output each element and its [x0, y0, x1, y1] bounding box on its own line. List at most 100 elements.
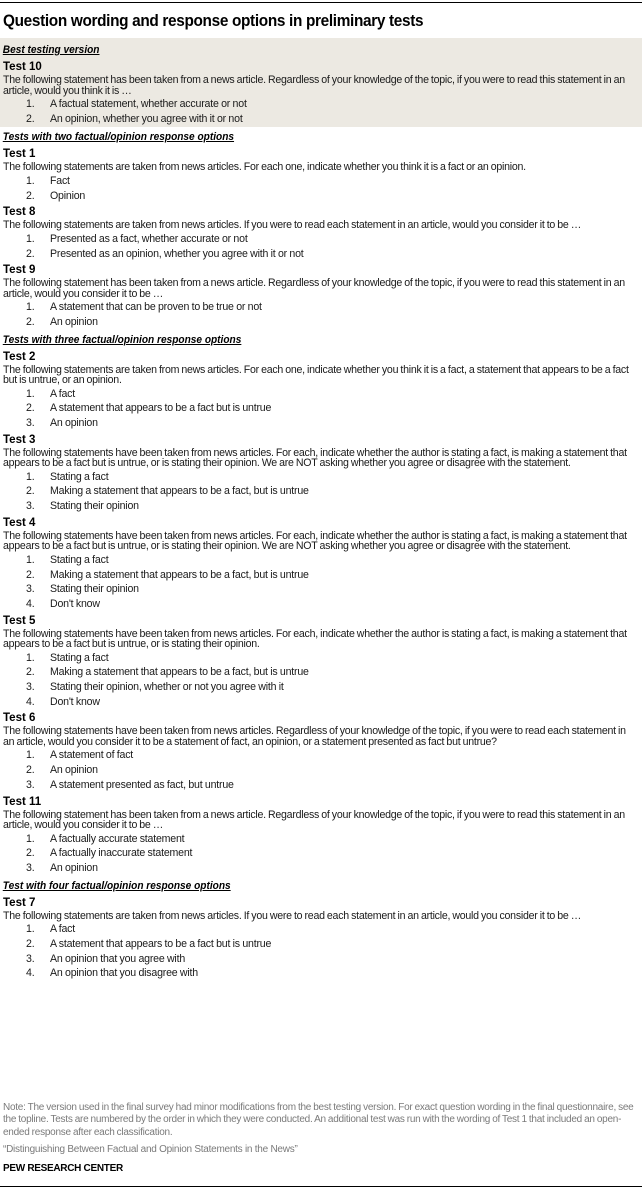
option-number: 2. — [26, 402, 35, 415]
response-option: 1. A statement of fact — [0, 748, 642, 763]
test-list: Best testing version Test 10 The following… — [0, 38, 642, 981]
credit-logo: PEW RESEARCH CENTER — [3, 1163, 123, 1174]
test-prompt: The following statements have been taken… — [3, 627, 627, 651]
section: Tests with three factual/opinion respons… — [0, 333, 642, 876]
response-option: 3. An opinion — [0, 861, 642, 876]
option-text: Stating a fact — [50, 651, 109, 664]
test-block: Test 9 The following statement has been t… — [0, 263, 642, 329]
response-option: 2. Making a statement that appears to be … — [0, 568, 642, 583]
test-label: Test 2 — [3, 350, 36, 363]
test-prompt: The following statements have been taken… — [3, 529, 627, 553]
option-text: A statement that appears to be a fact bu… — [50, 937, 272, 950]
response-option: 3. Stating their opinion, whether or not … — [0, 680, 642, 695]
option-text: An opinion — [50, 417, 98, 430]
option-text: A factually inaccurate statement — [50, 847, 193, 860]
option-text: A statement that appears to be a fact bu… — [50, 402, 272, 415]
response-options: 1. A fact 2. A statement that appears to be… — [0, 387, 642, 431]
option-text: A statement of fact — [50, 749, 134, 762]
option-text: A statement presented as fact, but untru… — [50, 778, 234, 791]
test-label: Test 9 — [3, 264, 36, 277]
option-number: 4. — [26, 597, 35, 610]
option-number: 2. — [26, 666, 35, 679]
response-option: 1. Stating a fact — [0, 651, 642, 666]
response-option: 2. A factually inaccurate statement — [0, 846, 642, 861]
section: Tests with two factual/opinion response … — [0, 130, 642, 329]
test-prompt: The following statement has been taken f… — [3, 277, 625, 300]
option-text: An opinion — [50, 764, 98, 777]
response-option: 3. An opinion — [0, 416, 642, 431]
response-option: 2. An opinion — [0, 315, 642, 330]
response-options: 1. Presented as a fact, whether accurate … — [0, 232, 642, 261]
response-option: 1. Stating a fact — [0, 470, 642, 485]
option-text: Stating their opinion — [50, 500, 139, 513]
option-text: Don't know — [50, 695, 100, 708]
option-number: 2. — [26, 937, 35, 950]
response-option: 1. A factual statement, whether accurate … — [0, 97, 642, 112]
option-number: 1. — [26, 98, 35, 110]
option-text: A factual statement, whether accurate or… — [50, 98, 247, 110]
test-label: Test 1 — [3, 148, 36, 161]
response-option: 1. A fact — [0, 922, 642, 937]
option-text: Making a statement that appears to be a … — [50, 485, 309, 498]
response-option: 3. Stating their opinion — [0, 582, 642, 597]
option-text: A statement that can be proven to be tru… — [50, 301, 262, 314]
bottom-rule — [0, 1186, 642, 1187]
response-option: 3. Stating their opinion — [0, 499, 642, 514]
option-text: An opinion, whether you agree with it or… — [50, 112, 243, 125]
response-option: 1. Stating a fact — [0, 553, 642, 568]
response-option: 2. Making a statement that appears to be … — [0, 665, 642, 680]
option-number: 1. — [26, 923, 35, 936]
test-label: Test 8 — [3, 206, 36, 219]
option-text: Stating their opinion — [50, 583, 139, 596]
response-option: 2. A statement that appears to be a fact … — [0, 937, 642, 952]
test-block: Test 3 The following statements have been… — [0, 433, 642, 514]
footnote: Note: The version used in the final surv… — [3, 1102, 634, 1138]
response-options: 1. A factually accurate statement 2. A fact… — [0, 832, 642, 876]
option-text: Presented as an opinion, whether you agr… — [50, 247, 304, 260]
section-heading: Tests with two factual/opinion response … — [2, 131, 235, 144]
top-rule — [0, 2, 642, 3]
option-text: Stating a fact — [50, 470, 109, 483]
option-number: 2. — [26, 485, 35, 498]
option-text: Opinion — [50, 189, 86, 202]
test-prompt: The following statements are taken from … — [3, 909, 582, 922]
response-option: 2. Opinion — [0, 189, 642, 204]
option-number: 3. — [26, 500, 35, 513]
response-option: 2. Presented as an opinion, whether you a… — [0, 247, 642, 262]
option-text: Making a statement that appears to be a … — [50, 666, 309, 679]
option-number: 3. — [26, 583, 35, 596]
option-text: Fact — [50, 174, 70, 187]
response-option: 2. An opinion — [0, 763, 642, 778]
option-number: 4. — [26, 967, 35, 980]
option-text: Making a statement that appears to be a … — [50, 568, 309, 581]
option-text: An opinion — [50, 861, 98, 874]
response-options: 1. Stating a fact 2. Making a statement tha… — [0, 470, 642, 514]
response-options: 1. A statement of fact 2. An opinion 3. A sta… — [0, 748, 642, 792]
option-number: 1. — [26, 387, 35, 400]
option-number: 3. — [26, 417, 35, 430]
option-number: 3. — [26, 952, 35, 965]
option-number: 1. — [26, 553, 35, 566]
test-label: Test 7 — [3, 896, 36, 909]
option-number: 3. — [26, 778, 35, 791]
response-option: 1. A fact — [0, 387, 642, 402]
option-number: 1. — [26, 174, 35, 187]
response-options: 1. Stating a fact 2. Making a statement tha… — [0, 651, 642, 710]
option-number: 3. — [26, 681, 35, 694]
option-number: 2. — [26, 764, 35, 777]
test-block: Test 1 The following statements are taken… — [0, 147, 642, 203]
response-option: 1. Presented as a fact, whether accurate … — [0, 232, 642, 247]
test-block: Test 7 The following statements are taken… — [0, 896, 642, 981]
response-options: 1. Fact 2. Opinion — [0, 174, 642, 203]
test-prompt: The following statement has been taken f… — [3, 74, 625, 97]
test-label: Test 11 — [3, 795, 42, 808]
option-text: Don't know — [50, 597, 100, 610]
response-options: 1. Stating a fact 2. Making a statement tha… — [0, 553, 642, 612]
option-number: 2. — [26, 189, 35, 202]
option-text: Stating a fact — [50, 553, 109, 566]
response-option: 3. An opinion that you agree with — [0, 952, 642, 967]
option-number: 4. — [26, 695, 35, 708]
option-text: An opinion — [50, 315, 98, 328]
page-title: Question wording and response options in… — [3, 12, 424, 30]
option-number: 2. — [26, 847, 35, 860]
